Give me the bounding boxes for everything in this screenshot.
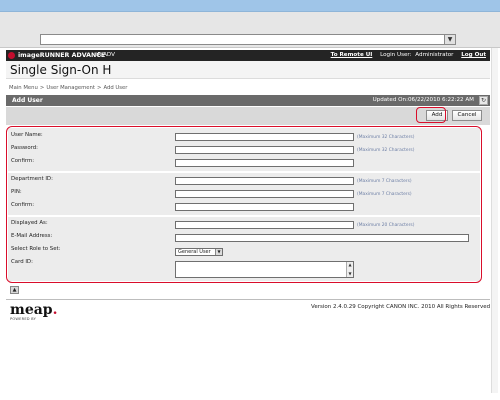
department-id-label: Department ID: xyxy=(11,176,53,182)
footer-divider xyxy=(6,299,490,300)
displayed-as-label: Displayed As: xyxy=(11,220,48,226)
window-title-bar xyxy=(0,0,500,12)
to-remote-ui-link[interactable]: To Remote UI xyxy=(331,52,373,58)
department-id-hint: (Maximum 7 Characters) xyxy=(357,179,412,184)
pin-input[interactable] xyxy=(175,190,354,198)
user-name-hint: (Maximum 32 Characters) xyxy=(357,135,415,140)
title-bar: Single Sign-On H xyxy=(6,61,490,79)
confirm-pin-input[interactable] xyxy=(175,203,354,211)
address-bar[interactable]: ▼ xyxy=(40,34,456,45)
log-out-link[interactable]: Log Out xyxy=(461,52,486,58)
login-user-label: Login User: xyxy=(380,52,412,58)
role-select-value: General User xyxy=(178,249,211,255)
password-label: Password: xyxy=(11,145,38,151)
chevron-down-icon[interactable]: ▼ xyxy=(215,249,222,255)
pin-label: PIN: xyxy=(11,189,22,195)
breadcrumb: Main Menu > User Management > Add User xyxy=(9,85,128,91)
displayed-as-hint: (Maximum 20 Characters) xyxy=(357,223,415,228)
product-name: imageRUNNER ADVANCE xyxy=(18,52,106,59)
meap-logo-dot: . xyxy=(52,302,58,318)
chevron-down-icon[interactable]: ▼ xyxy=(444,35,455,44)
section-header: Add User Updated On:06/22/2010 6:22:22 A… xyxy=(6,95,490,106)
form-divider xyxy=(8,171,480,173)
page-title: Single Sign-On H xyxy=(10,63,112,77)
pin-hint: (Maximum 7 Characters) xyxy=(357,192,412,197)
confirm-password-label: Confirm: xyxy=(11,158,35,164)
user-name-input[interactable] xyxy=(175,133,354,141)
password-input[interactable] xyxy=(175,146,354,154)
breadcrumb-user-management[interactable]: User Management xyxy=(46,85,95,91)
confirm-pin-label: Confirm: xyxy=(11,202,35,208)
cancel-button[interactable]: Cancel xyxy=(452,110,482,121)
displayed-as-input[interactable] xyxy=(175,221,354,229)
email-label: E-Mail Address: xyxy=(11,233,53,239)
refresh-icon[interactable]: ↻ xyxy=(479,96,488,105)
form-divider xyxy=(8,215,480,217)
page-top-icon[interactable]: ▲ xyxy=(10,286,19,294)
role-label: Select Role to Set: xyxy=(11,246,61,252)
updated-timestamp: Updated On:06/22/2010 6:22:22 AM xyxy=(372,97,474,103)
card-id-textarea[interactable]: ▲ ▼ xyxy=(175,261,354,278)
copyright-text: Version 2.4.0.29 Copyright CANON INC. 20… xyxy=(311,304,491,310)
vertical-scrollbar[interactable] xyxy=(491,48,498,393)
department-id-input[interactable] xyxy=(175,177,354,185)
role-select[interactable]: General User ▼ xyxy=(175,248,223,256)
meap-powered-by: POWERED BY xyxy=(10,317,36,321)
canon-logo-icon xyxy=(8,52,15,59)
scroll-up-icon[interactable]: ▲ xyxy=(347,262,353,268)
confirm-password-input[interactable] xyxy=(175,159,354,167)
card-id-label: Card ID: xyxy=(11,259,33,265)
top-links: To Remote UI Login User: Administrator L… xyxy=(325,51,486,60)
breadcrumb-main-menu[interactable]: Main Menu xyxy=(9,85,38,91)
model-name: iR-ADV xyxy=(96,52,115,58)
meap-logo: meap. xyxy=(10,303,57,317)
scroll-down-icon[interactable]: ▼ xyxy=(347,271,353,277)
meap-logo-text: meap xyxy=(10,302,53,318)
textarea-scrollbar[interactable]: ▲ ▼ xyxy=(346,262,353,277)
breadcrumb-add-user: Add User xyxy=(103,85,128,91)
password-hint: (Maximum 32 Characters) xyxy=(357,148,415,153)
section-title: Add User xyxy=(12,97,43,104)
email-input[interactable] xyxy=(175,234,469,242)
user-name-label: User Name: xyxy=(11,132,43,138)
add-button-highlight xyxy=(416,107,446,123)
brand-bar: imageRUNNER ADVANCE iR-ADV To Remote UI … xyxy=(6,50,490,61)
login-user-name: Administrator xyxy=(415,52,454,58)
